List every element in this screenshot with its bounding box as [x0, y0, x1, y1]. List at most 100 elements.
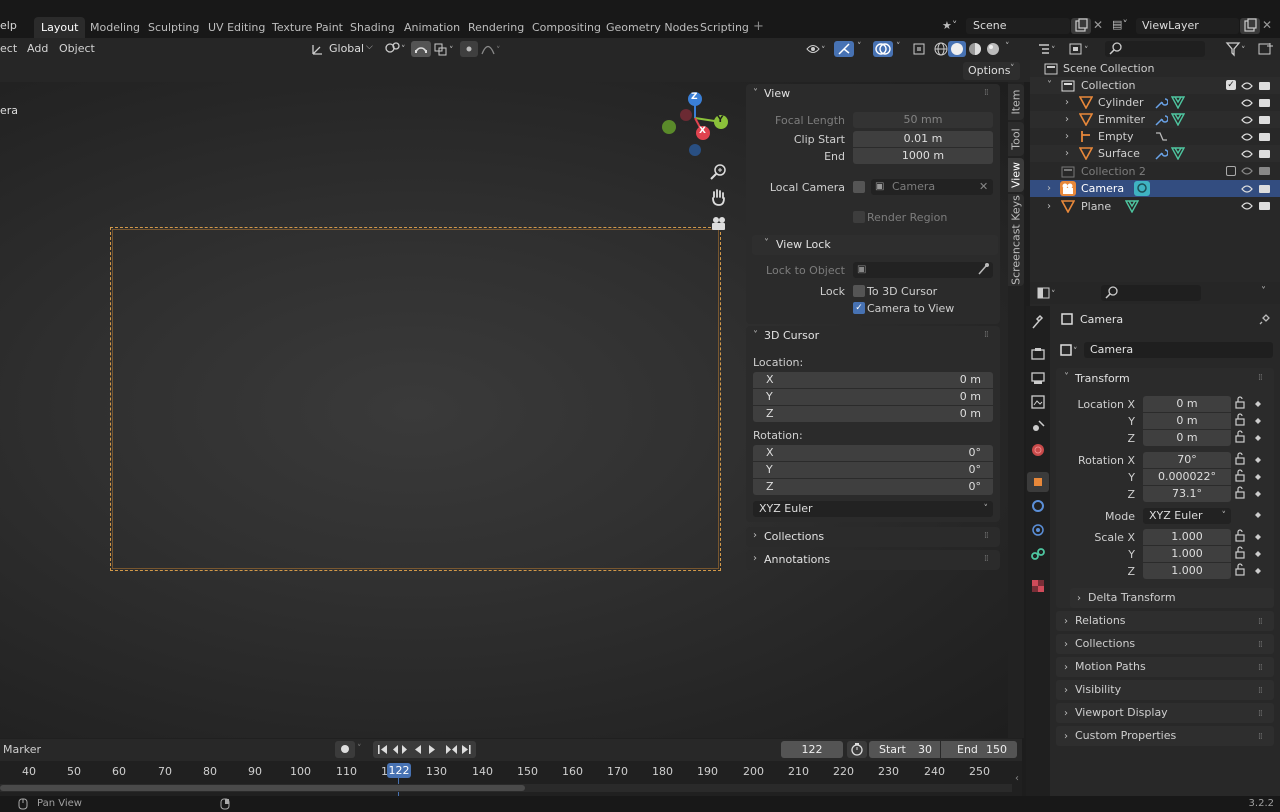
clip-start-field[interactable]: 0.01 m — [853, 131, 993, 147]
tab-rendering[interactable]: Rendering — [461, 17, 531, 38]
cursor-location-x[interactable]: X 0 m — [753, 372, 993, 388]
material-shading-icon[interactable] — [966, 41, 984, 60]
location-x-field[interactable]: 0 m — [1143, 396, 1231, 412]
collections-section[interactable]: › Collections ⁞⁞ — [1056, 634, 1274, 654]
rendered-shading-icon[interactable] — [984, 41, 1002, 60]
focal-length-field[interactable]: 50 mm — [853, 112, 993, 128]
drag-grip-icon[interactable]: ⁞⁞ — [1258, 373, 1263, 383]
view-panel-title[interactable]: View — [764, 84, 790, 104]
drag-grip-icon[interactable]: ⁞⁞ — [1258, 727, 1263, 747]
drag-grip-icon[interactable]: ⁞⁞ — [1258, 681, 1263, 701]
shading-dropdown-icon[interactable]: ˅ — [1005, 42, 1010, 52]
view-collapse-icon[interactable]: ˅ — [753, 88, 758, 99]
lock-to-object-field[interactable]: ▣ — [853, 262, 993, 278]
new-scene-icon[interactable] — [1071, 18, 1091, 34]
filter-icon[interactable]: ˅ — [1225, 41, 1249, 60]
tool-tab-icon[interactable] — [1030, 314, 1046, 330]
tab-shading[interactable]: Shading — [343, 17, 402, 38]
tab-animation[interactable]: Animation — [397, 17, 467, 38]
properties-search-input[interactable] — [1101, 285, 1201, 301]
proportional-edit-icon[interactable] — [460, 41, 478, 57]
start-frame-field[interactable]: Start 30 — [869, 741, 940, 758]
xray-icon[interactable] — [911, 41, 929, 60]
world-tab-icon[interactable] — [1030, 442, 1046, 458]
clip-end-field[interactable]: 1000 m — [853, 148, 993, 164]
drag-grip-icon[interactable]: ⁞⁞ — [984, 531, 989, 541]
local-camera-checkbox[interactable] — [853, 181, 865, 193]
rotation-x-field[interactable]: 70° — [1143, 452, 1231, 468]
overlays-toggle-icon[interactable] — [873, 41, 893, 57]
snap-toggle-icon[interactable] — [411, 41, 431, 57]
object-selector-icon[interactable]: ˅ — [1060, 343, 1082, 360]
scale-y-field[interactable]: 1.000 — [1143, 546, 1231, 562]
current-frame-field[interactable]: 122 — [781, 741, 843, 758]
to-3d-cursor-checkbox[interactable] — [853, 285, 865, 297]
cursor-rotation-y[interactable]: Y 0° — [753, 462, 993, 478]
clear-field-icon[interactable]: ✕ — [979, 179, 988, 195]
drag-grip-icon[interactable]: ⁞⁞ — [1258, 658, 1263, 678]
auto-keying-button[interactable] — [335, 741, 355, 758]
view-layer-icon[interactable]: ▤˅ — [1112, 18, 1128, 31]
drag-grip-icon[interactable]: ⁞⁞ — [984, 554, 989, 564]
tab-view[interactable]: View — [1008, 158, 1024, 192]
tab-tool[interactable]: Tool — [1008, 122, 1024, 156]
end-frame-field[interactable]: End 150 — [941, 741, 1017, 758]
transform-orientation[interactable]: Global — [329, 42, 364, 55]
object-data-tab-icon[interactable] — [1030, 578, 1046, 594]
falloff-icon[interactable]: ˅ — [480, 41, 504, 60]
properties-editor-type-icon[interactable]: ˅ — [1036, 285, 1062, 304]
delete-scene-icon[interactable]: ✕ — [1093, 18, 1103, 32]
view-layer-field[interactable]: ViewLayer — [1136, 18, 1239, 34]
editor-type-icon[interactable]: ˅ — [1037, 41, 1061, 60]
annotations-panel-header[interactable]: › Annotations ⁞⁞ — [746, 550, 1000, 570]
keying-dropdown-icon[interactable]: ˅ — [357, 744, 362, 754]
scale-x-field[interactable]: 1.000 — [1143, 529, 1231, 545]
solid-shading-icon[interactable] — [948, 41, 966, 57]
tab-compositing[interactable]: Compositing — [525, 17, 608, 38]
zoom-icon[interactable] — [709, 163, 729, 184]
render-region-checkbox[interactable] — [853, 211, 865, 223]
overlays-dropdown-icon[interactable]: ˅ — [896, 42, 901, 52]
location-y-field[interactable]: 0 m — [1143, 413, 1231, 429]
rotation-mode-dropdown[interactable]: XYZ Euler ˅ — [753, 501, 993, 517]
gizmo-dropdown-icon[interactable]: ˅ — [857, 42, 862, 52]
exclude-checkbox[interactable]: ✓ — [1226, 80, 1236, 90]
relations-section[interactable]: › Relations ⁞⁞ — [1056, 611, 1274, 631]
pivot-icon[interactable]: ˅ — [383, 40, 409, 59]
tab-layout[interactable]: Layout — [34, 17, 86, 38]
scale-z-field[interactable]: 1.000 — [1143, 563, 1231, 579]
menu-select[interactable]: ect — [0, 42, 17, 55]
scene-icon[interactable]: ★˅ — [942, 19, 964, 33]
options-dropdown[interactable]: Options ˅ — [963, 62, 1020, 80]
expand-icon[interactable]: ˅ — [1047, 77, 1052, 94]
add-workspace-icon[interactable]: + — [753, 19, 764, 34]
gizmo-toggle-icon[interactable] — [834, 41, 854, 57]
expand-icon[interactable]: › — [1065, 128, 1069, 145]
cursor-grip-icon[interactable]: ⁞⁞ — [984, 330, 989, 340]
motion-paths-section[interactable]: › Motion Paths ⁞⁞ — [1056, 657, 1274, 677]
snap-target-icon[interactable]: ˅ — [433, 41, 457, 60]
camera-view-icon[interactable] — [709, 215, 729, 236]
chevron-down-icon[interactable]: ⌵ — [366, 42, 373, 52]
tab-modeling[interactable]: Modeling — [83, 17, 147, 38]
pin-icon[interactable] — [1258, 312, 1272, 329]
exclude-checkbox[interactable] — [1226, 166, 1236, 176]
scene-field[interactable]: Scene — [966, 18, 1070, 34]
expand-icon[interactable]: › — [1065, 111, 1069, 128]
tab-item[interactable]: Item — [1008, 84, 1024, 120]
marker-menu[interactable]: Marker — [3, 743, 41, 756]
cursor-collapse-icon[interactable]: ˅ — [753, 330, 758, 341]
playhead[interactable]: 122 — [387, 763, 411, 778]
display-mode-icon[interactable]: ˅ — [1068, 41, 1094, 60]
visibility-icon[interactable]: ˅ — [805, 41, 829, 60]
navigation-gizmo[interactable]: Z Y X — [655, 88, 735, 163]
cursor-location-z[interactable]: Z 0 m — [753, 406, 993, 422]
object-tab[interactable] — [1027, 472, 1049, 492]
delta-transform-subpanel[interactable]: › Delta Transform — [1070, 588, 1274, 608]
menu-object[interactable]: Object — [59, 42, 95, 55]
outliner-row-scene-collection[interactable]: Scene Collection — [1030, 60, 1280, 77]
object-name-field[interactable]: Camera — [1084, 342, 1273, 358]
expand-icon[interactable]: › — [1047, 180, 1051, 197]
tab-scripting[interactable]: Scripting — [693, 17, 756, 38]
custom-properties-section[interactable]: › Custom Properties ⁞⁞ — [1056, 726, 1274, 746]
